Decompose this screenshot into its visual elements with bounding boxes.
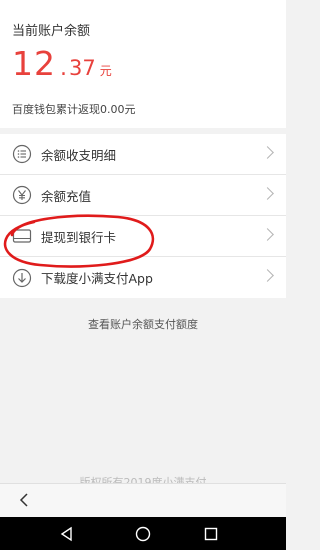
balance-menu: 余额收支明细 余额充值 提现到银行卡 下载度小满支付App (0, 134, 286, 298)
back-triangle-icon[interactable] (56, 523, 78, 545)
chevron-right-icon (261, 228, 274, 241)
balance-amount: 12.37 元 (12, 44, 112, 83)
menu-item-label: 余额收支明细 (41, 147, 117, 163)
download-icon (12, 268, 32, 288)
bank-card-icon (12, 226, 32, 246)
menu-item-label: 提现到银行卡 (41, 229, 117, 245)
menu-item-label: 下载度小满支付App (41, 271, 153, 286)
cashback-note: 百度钱包累计返现0.00元 (12, 103, 136, 116)
balance-title: 当前账户余额 (12, 24, 91, 39)
menu-item-withdraw-to-bank-card[interactable]: 提现到银行卡 (0, 216, 286, 257)
amount-dot: . (60, 56, 67, 81)
chevron-right-icon (261, 187, 274, 200)
payment-quota-link[interactable]: 查看账户余额支付额度 (0, 316, 286, 332)
amount-decimal: 37 (69, 56, 96, 80)
menu-item-transaction-details[interactable]: 余额收支明细 (0, 134, 286, 175)
menu-item-download-app[interactable]: 下载度小满支付App (0, 257, 286, 298)
list-icon (12, 144, 32, 164)
back-arrow-icon[interactable] (14, 489, 34, 511)
amount-unit: 元 (99, 64, 112, 78)
amount-integer: 12 (12, 44, 56, 83)
browser-bottom-bar (0, 483, 286, 517)
menu-item-label: 余额充值 (41, 188, 92, 204)
chevron-right-icon (261, 146, 274, 159)
yen-icon (12, 185, 32, 205)
recents-square-icon[interactable] (200, 523, 222, 545)
balance-card: 当前账户余额 12.37 元 百度钱包累计返现0.00元 (0, 0, 286, 128)
android-nav-bar (0, 517, 286, 550)
chevron-right-icon (261, 269, 274, 282)
menu-item-top-up[interactable]: 余额充值 (0, 175, 286, 216)
home-circle-icon[interactable] (132, 523, 154, 545)
